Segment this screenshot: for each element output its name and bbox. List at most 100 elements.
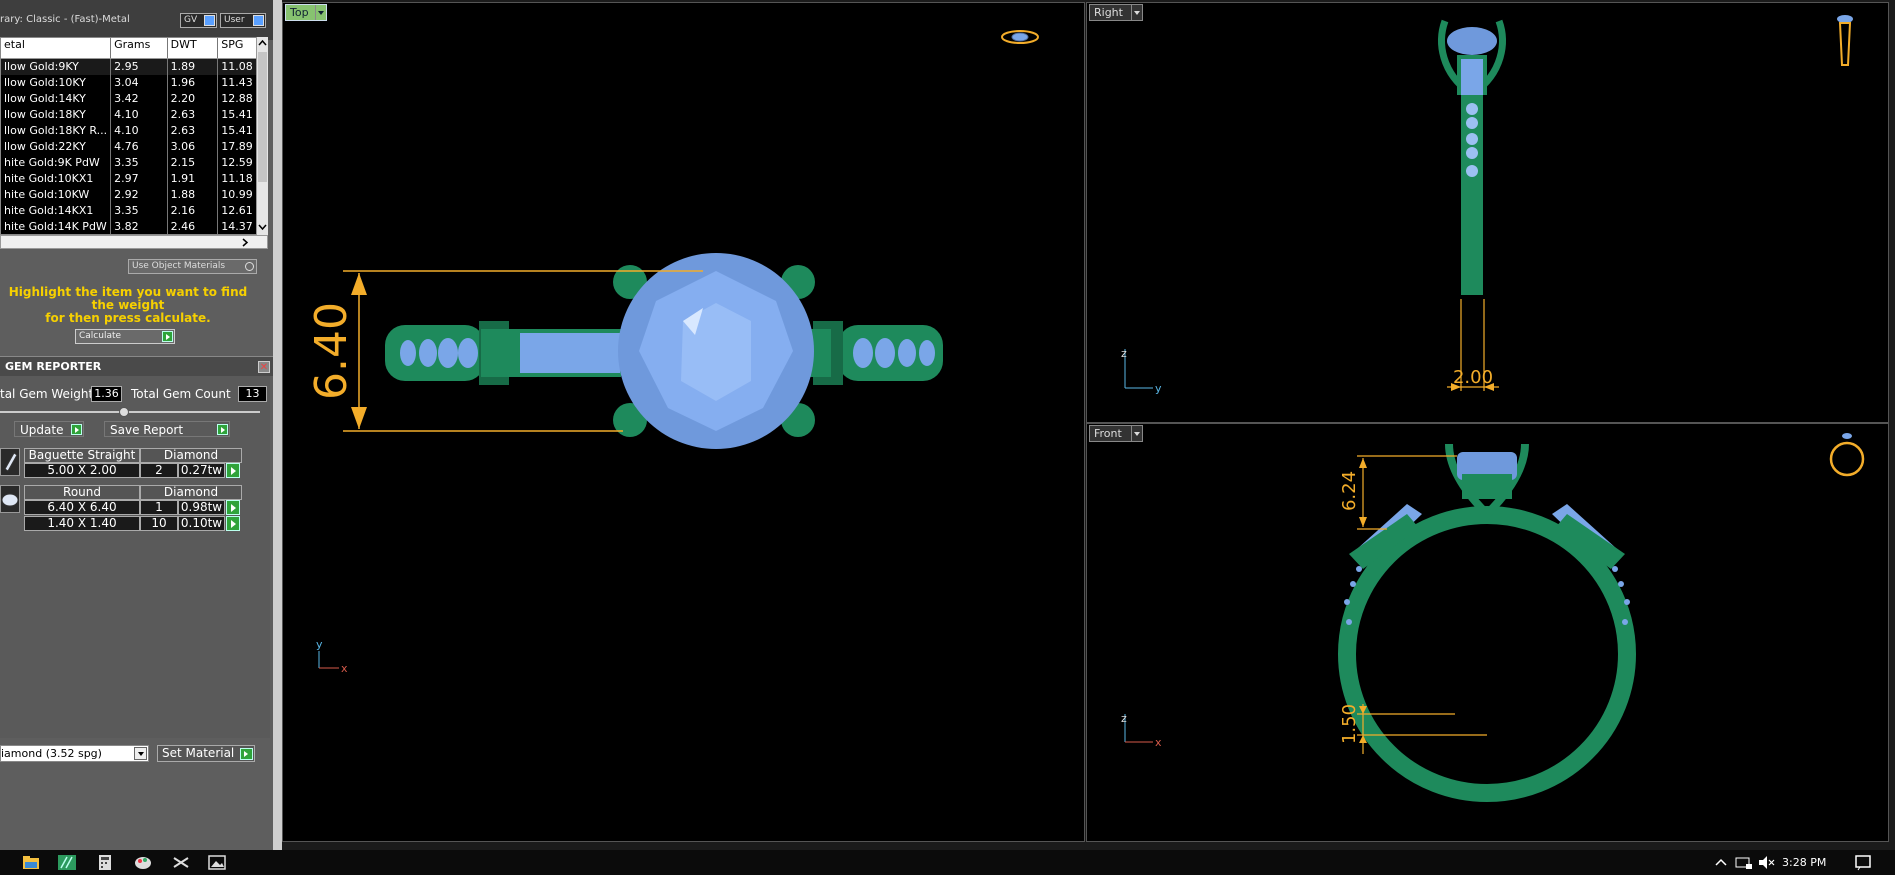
metal-name: hite Gold:9K PdW <box>1 155 112 171</box>
gem-count[interactable]: 2 <box>140 463 178 478</box>
metal-grams: 2.95 <box>111 59 168 75</box>
table-row[interactable]: hite Gold:10KX1 2.97 1.91 11.18 <box>1 171 257 187</box>
network-icon[interactable] <box>1735 854 1753 871</box>
table-row[interactable]: llow Gold:9KY 2.95 1.89 11.08 <box>1 59 257 75</box>
scroll-right-icon[interactable] <box>241 238 249 247</box>
update-button[interactable]: Update <box>14 421 84 437</box>
metal-name: llow Gold:18KY <box>1 107 112 123</box>
metal-spg: 14.37 <box>218 219 257 234</box>
play-icon <box>240 748 253 760</box>
gem-size[interactable]: 1.40 X 1.40 <box>24 516 140 531</box>
col-metal[interactable]: etal <box>1 38 112 58</box>
round-gem-icon <box>0 485 20 513</box>
user-toggle-label: User <box>224 15 245 25</box>
table-row[interactable]: hite Gold:9K PdW 3.35 2.15 12.59 <box>1 155 257 171</box>
metal-grams: 4.10 <box>111 107 168 123</box>
ring-view-icon <box>1001 30 1039 44</box>
gem-material-baguette[interactable]: Diamond <box>140 448 242 463</box>
gem-row-go-button[interactable] <box>226 463 240 478</box>
gv-toggle[interactable]: GV <box>180 13 217 28</box>
photos-icon[interactable] <box>208 854 226 871</box>
use-object-materials-radio[interactable] <box>245 262 254 271</box>
gem-shape-round[interactable]: Round <box>24 485 140 500</box>
snipping-tool-icon[interactable] <box>172 854 190 871</box>
table-row[interactable]: llow Gold:18KY R... 4.10 2.63 15.41 <box>1 123 257 139</box>
gem-row-go-button[interactable] <box>226 516 240 531</box>
set-material-button[interactable]: Set Material <box>157 745 255 762</box>
col-dwt[interactable]: DWT <box>168 38 219 58</box>
metal-name: llow Gold:9KY <box>1 59 112 75</box>
col-spg[interactable]: SPG <box>218 38 257 58</box>
gem-material-round[interactable]: Diamond <box>140 485 242 500</box>
metal-name: hite Gold:14K PdW <box>1 219 112 234</box>
metal-dwt: 1.88 <box>168 187 219 203</box>
ring-band <box>1338 506 1636 802</box>
gem-count[interactable]: 10 <box>140 516 178 531</box>
metal-spg: 15.41 <box>218 107 257 123</box>
scroll-thumb[interactable] <box>258 52 267 182</box>
left-panel: rary: Classic - (Fast)-Metal GV User eta… <box>0 0 273 850</box>
use-object-materials-label: Use Object Materials <box>132 261 226 271</box>
gem-size[interactable]: 5.00 X 2.00 <box>24 463 140 478</box>
metal-grams: 4.10 <box>111 123 168 139</box>
metal-spg: 11.08 <box>218 59 257 75</box>
file-explorer-icon[interactable] <box>22 854 40 871</box>
metal-table-vscroll[interactable] <box>256 37 268 235</box>
play-icon <box>71 424 82 435</box>
metal-dwt: 2.63 <box>168 107 219 123</box>
material-select[interactable]: iamond (3.52 spg) <box>0 745 149 762</box>
calculator-icon[interactable] <box>96 854 114 871</box>
table-row[interactable]: llow Gold:22KY 4.76 3.06 17.89 <box>1 139 257 155</box>
gem-weight[interactable]: 0.10tw <box>178 516 225 531</box>
metal-grams: 3.35 <box>111 155 168 171</box>
viewport-front[interactable]: Front 6.24 1.50 z x <box>1086 423 1889 842</box>
user-toggle[interactable]: User <box>220 13 266 28</box>
table-row[interactable]: hite Gold:14KX1 3.35 2.16 12.61 <box>1 203 257 219</box>
clock[interactable]: 3:28 PM <box>1782 855 1826 870</box>
gem-count[interactable]: 1 <box>140 500 178 515</box>
table-row[interactable]: hite Gold:10KW 2.92 1.88 10.99 <box>1 187 257 203</box>
metal-spg: 11.18 <box>218 171 257 187</box>
matrix-app-icon[interactable] <box>58 854 76 871</box>
metal-spg: 12.88 <box>218 91 257 107</box>
front-view-canvas: 6.24 1.50 z x <box>1121 433 1865 802</box>
scroll-up-icon[interactable] <box>258 39 267 47</box>
table-row[interactable]: llow Gold:18KY 4.10 2.63 15.41 <box>1 107 257 123</box>
slider-handle[interactable] <box>119 407 129 417</box>
use-object-materials-option[interactable]: Use Object Materials <box>128 259 257 274</box>
gem-size[interactable]: 6.40 X 6.40 <box>24 500 140 515</box>
table-row[interactable]: llow Gold:14KY 3.42 2.20 12.88 <box>1 91 257 107</box>
table-row[interactable]: hite Gold:14K PdW 3.82 2.46 14.37 <box>1 219 257 234</box>
slider-track[interactable] <box>0 411 260 413</box>
save-report-button[interactable]: Save Report <box>104 421 230 437</box>
gem-reporter-title: GEM REPORTER <box>5 360 102 373</box>
scroll-down-icon[interactable] <box>258 223 267 231</box>
volume-mute-icon[interactable] <box>1757 854 1775 871</box>
metal-table-hscroll[interactable] <box>0 235 268 249</box>
chevron-up-icon[interactable] <box>1714 854 1732 871</box>
save-report-label: Save Report <box>110 423 184 437</box>
gem-row-go-button[interactable] <box>226 500 240 515</box>
calculate-button[interactable]: Calculate <box>75 329 175 344</box>
metal-spg: 15.41 <box>218 123 257 139</box>
metal-grams: 4.76 <box>111 139 168 155</box>
chevron-down-icon[interactable] <box>134 747 147 760</box>
close-icon[interactable]: ✕ <box>258 361 270 373</box>
gem-shape-baguette[interactable]: Baguette Straight <box>24 448 140 463</box>
viewport-right[interactable]: Right 2.00 z y <box>1086 2 1889 423</box>
gem-weight[interactable]: 0.98tw <box>178 500 225 515</box>
viewport-top[interactable]: Top 6.40 y x <box>282 2 1085 842</box>
metal-dwt: 2.16 <box>168 203 219 219</box>
right-view-canvas: 2.00 z y <box>1121 15 1853 395</box>
top-view-canvas: 6.40 y x <box>306 30 1039 675</box>
col-grams[interactable]: Grams <box>111 38 168 58</box>
gem-weight[interactable]: 0.27tw <box>178 463 225 478</box>
table-row[interactable]: llow Gold:10KY 3.04 1.96 11.43 <box>1 75 257 91</box>
panel-splitter[interactable] <box>273 0 282 850</box>
paint-icon[interactable] <box>134 854 152 871</box>
metal-name: llow Gold:14KY <box>1 91 112 107</box>
metal-name: llow Gold:22KY <box>1 139 112 155</box>
notifications-icon[interactable] <box>1854 854 1872 871</box>
dimension-front-bottom-value: 1.50 <box>1339 704 1360 744</box>
metal-spg: 17.89 <box>218 139 257 155</box>
